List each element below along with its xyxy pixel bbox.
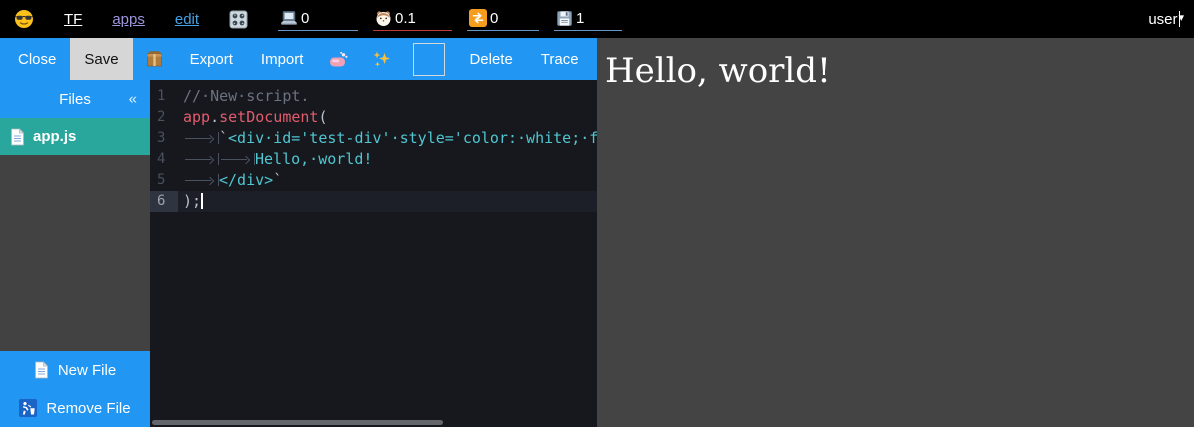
delete-button[interactable]: Delete: [455, 38, 526, 80]
line-number: 1: [150, 86, 178, 107]
code-line[interactable]: 5</div>`: [150, 170, 597, 191]
sunglasses-face-icon[interactable]: [14, 9, 34, 29]
nav-link-edit[interactable]: edit: [175, 11, 199, 28]
status-counters: 0 0.1 0: [278, 7, 622, 31]
code-editor[interactable]: 1//·New·script.2app.setDocument(3`<div·i…: [150, 80, 597, 427]
code-token: setDocument: [219, 108, 318, 126]
sparkles-button[interactable]: [360, 38, 403, 80]
soap-icon: [329, 51, 348, 68]
code-line[interactable]: 6);: [150, 191, 597, 212]
horizontal-scrollbar[interactable]: [152, 420, 443, 425]
remove-file-label: Remove File: [46, 400, 130, 417]
code-token: (: [318, 108, 327, 126]
import-button[interactable]: Import: [247, 38, 318, 80]
code-token: );: [183, 192, 201, 210]
code-line[interactable]: 3`<div·id='test-div'·style='color:·white…: [150, 128, 597, 149]
sidebar-empty-area: [0, 155, 150, 351]
code-line[interactable]: 4 Hello,·world!: [150, 149, 597, 170]
user-menu-label: user: [1148, 11, 1177, 28]
remove-file-button[interactable]: Remove File: [0, 389, 150, 427]
new-file-button[interactable]: New File: [0, 351, 150, 389]
code-token: .: [210, 108, 219, 126]
editor-toolbar: Close Save Export Import: [0, 38, 597, 80]
hamster-icon: [375, 10, 392, 27]
files-title: Files: [59, 91, 91, 108]
code-text: );: [178, 191, 597, 212]
file-name: app.js: [33, 128, 76, 145]
chevron-down-icon: ▾: [1179, 11, 1181, 27]
code-line[interactable]: 2app.setDocument(: [150, 107, 597, 128]
package-button[interactable]: [133, 38, 176, 80]
new-file-label: New File: [58, 362, 116, 379]
refresh-icon: [469, 9, 487, 27]
user-menu[interactable]: user ▾: [1148, 11, 1180, 28]
code-token: Hello,·world!: [255, 150, 372, 168]
code-line[interactable]: 1 //·New·script.: [150, 86, 597, 107]
line-number: 2: [150, 107, 178, 128]
code-text: Hello,·world!: [178, 149, 597, 170]
nav-link-apps[interactable]: apps: [112, 11, 145, 28]
soap-button[interactable]: [317, 38, 360, 80]
preview-panel: Hello, world!: [597, 38, 1194, 427]
code-text: </div>`: [178, 170, 597, 191]
trace-button[interactable]: Trace: [527, 38, 593, 80]
tab-marker-icon: [183, 132, 219, 144]
counter-value: 1: [576, 10, 584, 27]
code-token: </div>: [219, 171, 273, 189]
line-number: 5: [150, 170, 178, 191]
code-text: `<div·id='test-div'·style='color:·white;…: [178, 128, 597, 149]
hamster-counter[interactable]: 0.1: [373, 7, 452, 31]
code-token: `: [219, 129, 228, 147]
control-knobs-icon[interactable]: [229, 10, 248, 29]
code-text: app.setDocument(: [178, 107, 597, 128]
file-item-appjs[interactable]: app.js: [0, 118, 150, 155]
cpu-counter[interactable]: 0: [278, 7, 358, 31]
files-header: Files «: [0, 80, 150, 118]
counter-value: 0: [490, 10, 498, 27]
files-sidebar: Files « app.js: [0, 80, 150, 427]
counter-value: 0.1: [395, 10, 416, 27]
code-text: //·New·script.: [178, 86, 597, 107]
collapse-sidebar-button[interactable]: «: [129, 91, 137, 108]
preview-hello-text: Hello, world!: [597, 38, 1194, 92]
nav-link-tf[interactable]: TF: [64, 11, 82, 28]
refresh-counter[interactable]: 0: [467, 7, 539, 31]
file-document-icon: [34, 361, 49, 379]
package-icon: [145, 50, 164, 68]
code-lines: 1//·New·script.2app.setDocument(3`<div·i…: [150, 86, 597, 212]
tab-marker-icon: [183, 153, 219, 165]
litter-bin-icon: [19, 399, 37, 417]
workspace: Files « app.js: [0, 80, 597, 427]
line-number: 6: [150, 191, 178, 212]
save-counter[interactable]: 1: [554, 7, 622, 31]
save-button[interactable]: Save: [70, 38, 132, 80]
floppy-disk-icon: [556, 10, 573, 27]
code-token: <div·id='test-div'·style='color:·white;·…: [228, 129, 597, 147]
file-actions: New File Remove File: [0, 351, 150, 427]
editor-app: Close Save Export Import: [0, 38, 597, 427]
counter-value: 0: [301, 10, 309, 27]
empty-toolbar-button[interactable]: [413, 43, 445, 76]
line-number: 3: [150, 128, 178, 149]
code-token: //·New·script.: [183, 87, 309, 105]
text-cursor: [201, 193, 203, 209]
close-button[interactable]: Close: [4, 38, 70, 80]
file-document-icon: [10, 128, 25, 146]
laptop-icon: [280, 10, 298, 26]
sparkles-icon: [372, 50, 391, 69]
top-nav: TF apps edit: [14, 9, 248, 29]
tab-marker-icon: [183, 174, 219, 186]
line-number: 4: [150, 149, 178, 170]
top-bar: TF apps edit 0: [0, 0, 1194, 38]
export-button[interactable]: Export: [176, 38, 247, 80]
code-token: `: [273, 171, 282, 189]
tab-marker-icon: [219, 153, 255, 165]
code-token: app: [183, 108, 210, 126]
